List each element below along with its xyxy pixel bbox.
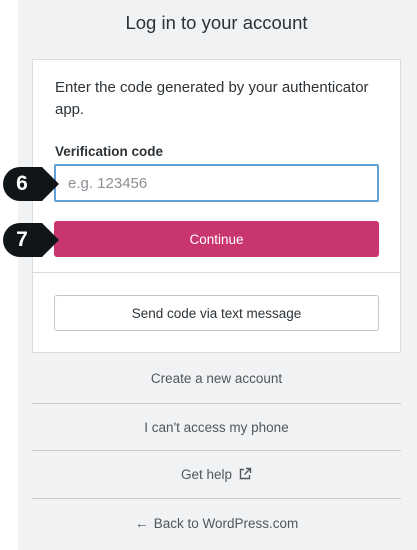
login-card: Enter the code generated by your authent… [32, 59, 401, 353]
back-to-wordpress-label: Back to WordPress.com [153, 515, 299, 531]
step-6-callout: 6 [2, 166, 60, 202]
step-7-callout: 7 [2, 222, 60, 258]
external-link-icon [238, 467, 252, 481]
get-help-label: Get help [180, 466, 233, 482]
divider [32, 498, 401, 499]
get-help-link[interactable]: Get help [32, 451, 401, 497]
create-account-link[interactable]: Create a new account [32, 355, 401, 401]
page-title: Log in to your account [125, 12, 308, 33]
verification-code-label: Verification code [55, 144, 164, 159]
continue-button[interactable]: Continue [54, 221, 379, 257]
verification-code-input[interactable] [54, 164, 379, 202]
send-code-via-text-button[interactable]: Send code via text message [54, 295, 379, 331]
step-7-number: 7 [16, 228, 28, 251]
cant-access-phone-label: I can't access my phone [144, 419, 289, 435]
instructions-text: Enter the code generated by your authent… [55, 79, 369, 118]
card-divider [33, 272, 400, 273]
create-account-label: Create a new account [150, 370, 283, 386]
arrow-left-icon: ← [134, 515, 149, 531]
step-6-number: 6 [16, 172, 28, 195]
back-to-wordpress-link[interactable]: ← Back to WordPress.com [32, 500, 401, 546]
cant-access-phone-link[interactable]: I can't access my phone [32, 404, 401, 450]
